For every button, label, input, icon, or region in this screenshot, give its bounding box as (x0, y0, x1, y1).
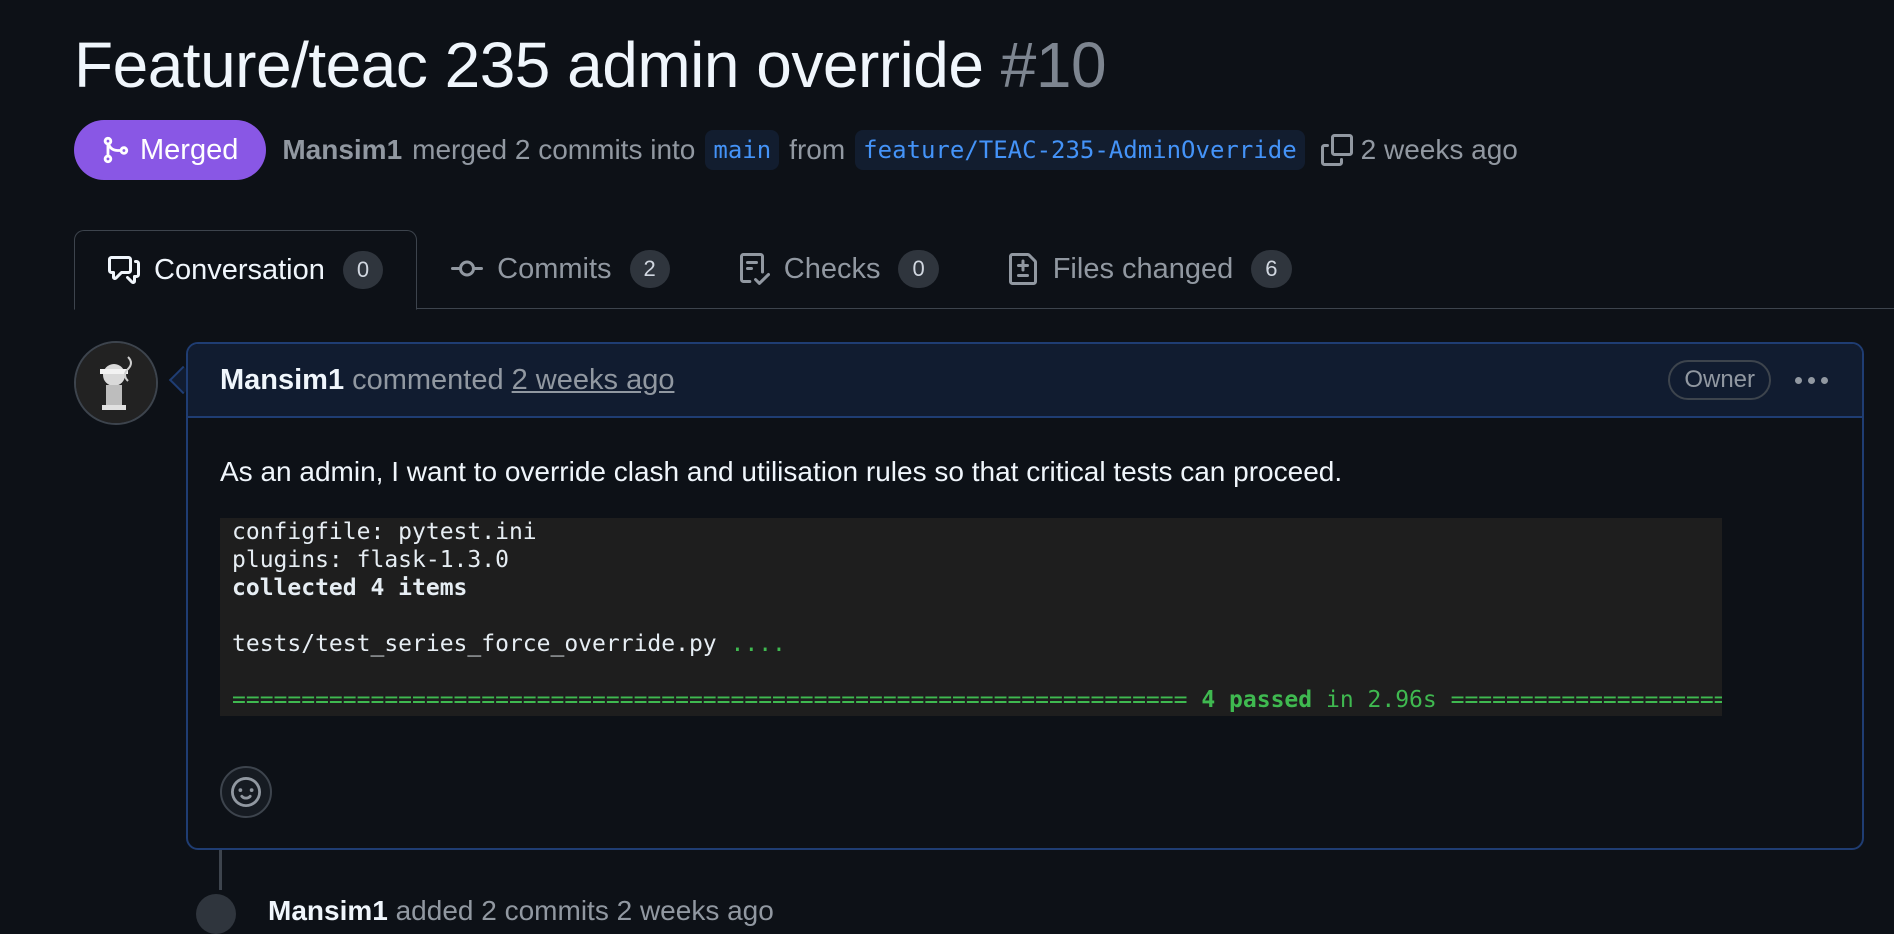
merged-label: Merged (140, 133, 239, 166)
comment-header: Mansim1 commented 2 weeks ago Owner (188, 344, 1862, 418)
code-block: configfile: pytest.ini plugins: flask-1.… (220, 518, 1722, 716)
timeline-event-icon (196, 894, 236, 934)
tab-checks[interactable]: Checks 0 (704, 230, 973, 308)
code-test-dots: .... (730, 631, 786, 657)
from-text: from (789, 134, 846, 165)
timeline-connector (219, 850, 222, 890)
avatar[interactable] (74, 341, 158, 425)
code-test-file: tests/test_series_force_override.py (232, 631, 717, 657)
comment-body: As an admin, I want to override clash an… (188, 456, 1862, 716)
comment-text: As an admin, I want to override clash an… (220, 456, 1343, 487)
pr-tabs: Conversation 0 Commits 2 Checks 0 Files … (74, 230, 1326, 310)
user-avatar-icon (76, 343, 156, 423)
tab-conversation[interactable]: Conversation 0 (74, 230, 418, 310)
tab-files-changed[interactable]: Files changed 6 (973, 230, 1326, 308)
tab-checks-count: 0 (898, 250, 939, 288)
comment-discussion-icon (108, 256, 140, 284)
code-rule-left: ========================================… (232, 687, 1188, 713)
comment-author[interactable]: Mansim1 (220, 364, 344, 397)
pr-number: #10 (1000, 29, 1107, 101)
merged-badge: Merged (74, 120, 267, 180)
tab-files-changed-label: Files changed (1052, 252, 1234, 285)
git-commit-icon (451, 260, 484, 277)
code-line-3: collected 4 items (232, 575, 468, 601)
head-branch[interactable]: feature/TEAC-235-AdminOverride (855, 130, 1305, 170)
code-line-2: plugins: flask-1.3.0 (232, 547, 509, 573)
smiley-icon (231, 777, 261, 807)
tab-files-changed-count: 6 (1251, 250, 1292, 288)
code-passed: 4 passed (1201, 687, 1313, 713)
kebab-menu-icon[interactable] (1795, 376, 1828, 384)
checklist-icon (739, 253, 770, 285)
merged-time: 2 weeks ago (1360, 134, 1518, 165)
timeline-event: Mansim1 added 2 commits 2 weeks ago (268, 895, 774, 927)
pr-title-text: Feature/teac 235 admin override (74, 29, 984, 101)
tab-checks-label: Checks (783, 252, 881, 285)
file-diff-icon (1008, 253, 1037, 285)
tab-commits-count: 2 (629, 250, 670, 288)
comment-time-link[interactable]: 2 weeks ago (512, 364, 675, 397)
timeline-text: added 2 commits 2 weeks ago (395, 895, 774, 926)
code-rule-right: ===================== (1450, 687, 1722, 713)
comment-action: commented (352, 363, 504, 396)
owner-badge: Owner (1668, 360, 1771, 400)
add-reaction-button[interactable] (220, 766, 272, 818)
code-line-1: configfile: pytest.ini (232, 519, 537, 545)
timeline-author[interactable]: Mansim1 (268, 895, 388, 926)
code-in-time: in 2.96s (1325, 687, 1437, 713)
pr-title: Feature/teac 235 admin override #10 (74, 28, 1107, 102)
git-merge-icon (103, 136, 129, 164)
tab-commits-label: Commits (497, 252, 612, 285)
copy-icon[interactable] (1320, 134, 1353, 166)
pr-meta: Merged Mansim1 merged 2 commits into mai… (74, 120, 1518, 180)
comment-box: Mansim1 commented 2 weeks ago Owner As a… (186, 342, 1864, 850)
base-branch[interactable]: main (705, 130, 780, 170)
tab-conversation-label: Conversation (154, 253, 325, 286)
tab-conversation-count: 0 (342, 251, 384, 289)
pr-author-link[interactable]: Mansim1 (282, 134, 402, 166)
tab-commits[interactable]: Commits 2 (417, 230, 704, 308)
merged-text: merged 2 commits into (412, 134, 696, 165)
